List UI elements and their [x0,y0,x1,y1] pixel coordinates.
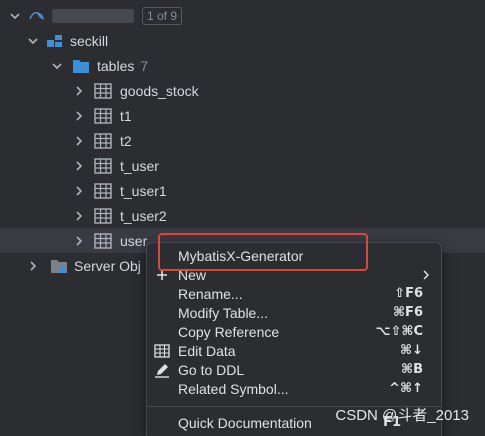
tree-row-table[interactable]: goods_stock [0,78,485,103]
pencil-icon [152,360,172,379]
chevron-down-icon[interactable] [48,57,66,75]
table-icon [94,157,112,175]
tables-folder-label: tables [97,57,135,74]
menu-item-label: Copy Reference [178,323,280,340]
chevron-right-icon[interactable] [70,132,88,150]
table-label: t_user [120,157,159,174]
menu-item-copy-reference[interactable]: Copy Reference ⌥⇧⌘C [147,322,441,341]
connection-name-redacted [52,8,134,23]
submenu-arrow-icon [421,268,431,284]
menu-item-label: Go to DDL [178,361,245,378]
table-label: goods_stock [120,82,199,99]
menu-item-modify-table[interactable]: Modify Table... ⌘F6 [147,303,441,322]
menu-item-shortcut: ⌘↓ [400,343,423,358]
schema-label: seckill [70,32,109,49]
table-label: t2 [120,132,132,149]
mysql-icon [28,7,46,25]
menu-item-rename[interactable]: Rename... ⇧F6 [147,284,441,303]
chevron-right-icon[interactable] [24,257,42,275]
table-icon [94,82,112,100]
chevron-right-icon[interactable] [70,157,88,175]
menu-item-label: Modify Table... [178,304,269,321]
table-label: t1 [120,107,132,124]
server-objects-label: Server Obj [74,257,141,274]
tree-row-table[interactable]: t1 [0,103,485,128]
chevron-down-icon[interactable] [24,32,42,50]
menu-item-go-to-ddl[interactable]: Go to DDL ⌘B [147,360,441,379]
tree-row-table[interactable]: t_user2 [0,203,485,228]
annotation-highlight-box [158,233,368,271]
chevron-right-icon[interactable] [70,107,88,125]
tree-row-connection[interactable]: 1 of 9 [0,3,485,28]
table-icon [94,107,112,125]
table-icon [94,132,112,150]
tree-row-schema[interactable]: seckill [0,28,485,53]
table-grid-icon [152,341,172,360]
menu-item-related-symbol[interactable]: Related Symbol... ^⌘↑ [147,379,441,398]
tree-row-table[interactable]: t_user1 [0,178,485,203]
chevron-right-icon[interactable] [70,207,88,225]
watermark: CSDN @斗者_2013 [335,407,469,424]
menu-item-shortcut: ⌥⇧⌘C [375,324,423,339]
menu-item-edit-data[interactable]: Edit Data ⌘↓ [147,341,441,360]
tree-row-table[interactable]: t2 [0,128,485,153]
menu-item-label: Related Symbol... [178,380,289,397]
tree-row-table[interactable]: t_user [0,153,485,178]
menu-item-shortcut: ^⌘↑ [389,381,423,396]
chevron-right-icon[interactable] [70,182,88,200]
menu-item-shortcut: ⌘B [401,362,423,377]
table-label: user [120,232,148,249]
menu-item-shortcut: ⇧F6 [394,286,423,301]
chevron-down-icon[interactable] [6,7,24,25]
table-label: t_user2 [120,207,167,224]
schema-icon [46,32,64,50]
menu-item-label: Quick Documentation [178,414,312,431]
table-label: t_user1 [120,182,167,199]
connection-count-badge: 1 of 9 [142,6,183,25]
menu-item-label: Rename... [178,285,243,302]
chevron-right-icon[interactable] [70,82,88,100]
menu-item-label: Edit Data [178,342,236,359]
server-objects-icon [50,257,68,275]
menu-item-shortcut: ⌘F6 [393,305,423,320]
table-icon [94,182,112,200]
table-icon [94,232,112,250]
chevron-right-icon[interactable] [70,232,88,250]
table-icon [94,207,112,225]
folder-icon [72,57,90,75]
tree-row-tables-folder[interactable]: tables 7 [0,53,485,78]
tables-count: 7 [140,57,149,74]
